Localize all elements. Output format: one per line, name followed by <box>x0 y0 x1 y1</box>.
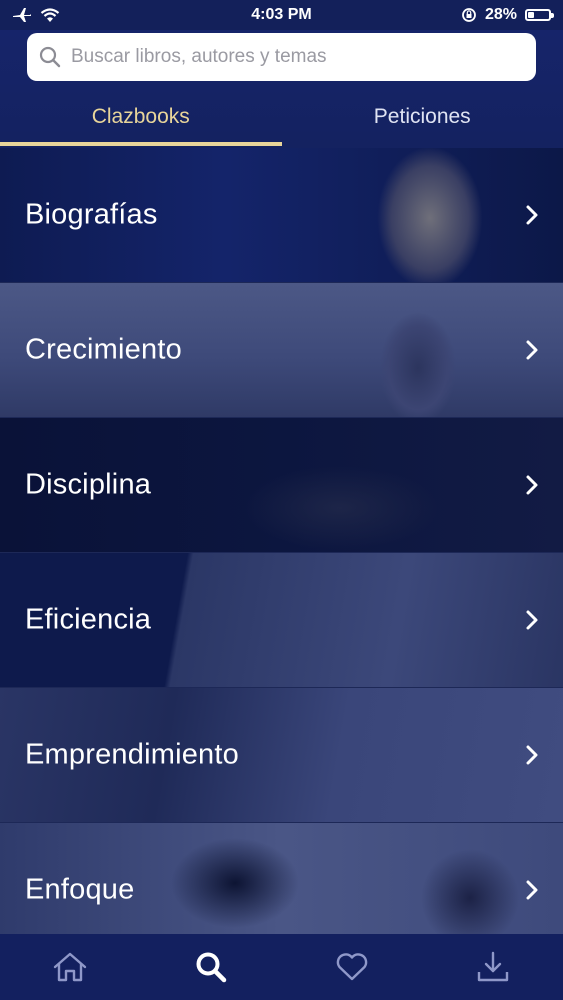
battery-icon <box>525 9 554 21</box>
chevron-right-icon <box>526 610 538 630</box>
search-icon <box>39 46 61 68</box>
status-right: 28% <box>461 6 554 24</box>
nav-home[interactable] <box>40 937 100 997</box>
heart-icon <box>336 953 368 981</box>
search-bar[interactable] <box>27 33 536 81</box>
tab-clazbooks[interactable]: Clazbooks <box>0 90 282 148</box>
category-label: Enfoque <box>25 873 135 906</box>
nav-search[interactable] <box>181 937 241 997</box>
chevron-right-icon <box>526 205 538 225</box>
download-icon <box>477 951 508 982</box>
search-input[interactable] <box>69 45 503 69</box>
category-label: Biografías <box>25 198 158 231</box>
category-label: Disciplina <box>25 468 152 501</box>
nav-favorites[interactable] <box>322 937 382 997</box>
battery-fill <box>528 12 534 18</box>
chevron-right-icon <box>526 880 538 900</box>
category-row-crecimiento[interactable]: Crecimiento <box>0 283 563 418</box>
header: Clazbooks Peticiones <box>0 30 563 148</box>
category-row-biografias[interactable]: Biografías <box>0 148 563 283</box>
chevron-right-icon <box>526 475 538 495</box>
rotation-lock-icon <box>462 8 476 22</box>
wifi-icon <box>40 7 60 22</box>
status-left <box>12 7 60 23</box>
airplane-icon <box>13 8 31 22</box>
home-icon <box>54 952 87 982</box>
status-bar: 4:03 PM 28% <box>0 0 563 30</box>
tab-bar: Clazbooks Peticiones <box>0 90 563 148</box>
nav-downloads[interactable] <box>463 937 523 997</box>
category-row-eficiencia[interactable]: Eficiencia <box>0 553 563 688</box>
category-list: Biografías Crecimiento Disciplina Eficie… <box>0 148 563 934</box>
category-row-enfoque[interactable]: Enfoque <box>0 823 563 934</box>
category-label: Crecimiento <box>25 333 182 366</box>
category-row-disciplina[interactable]: Disciplina <box>0 418 563 553</box>
chevron-right-icon <box>526 340 538 360</box>
tab-peticiones[interactable]: Peticiones <box>282 90 563 148</box>
category-label: Emprendimiento <box>25 738 239 771</box>
battery-percent: 28% <box>484 6 517 23</box>
category-row-emprendimiento[interactable]: Emprendimiento <box>0 688 563 823</box>
chevron-right-icon <box>526 745 538 765</box>
category-label: Eficiencia <box>25 603 152 636</box>
search-icon <box>196 952 227 983</box>
bottom-nav <box>0 934 563 1000</box>
